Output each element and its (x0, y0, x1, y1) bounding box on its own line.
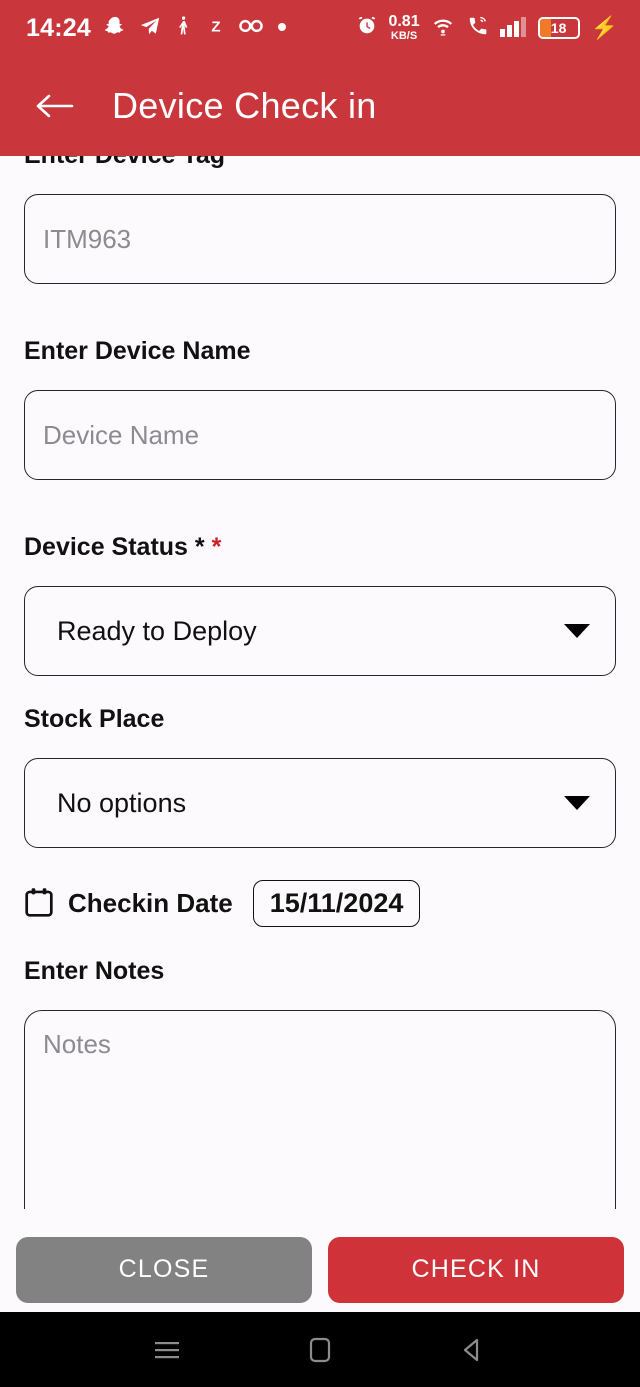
network-speed: 0.81 KB/S (388, 14, 419, 42)
stock-place-selected-value: No options (57, 787, 187, 818)
device-tag-label: Enter Device Tag * (24, 156, 616, 172)
form-container: Enter Device Tag * Enter Device Name Dev… (0, 156, 640, 1209)
glasses-icon (238, 18, 264, 39)
device-status-required-marker: * (211, 533, 222, 561)
telegram-icon (139, 15, 161, 42)
checkin-date-label: Checkin Date (68, 887, 233, 918)
back-triangle-icon (464, 1338, 479, 1361)
signal-bars-icon (499, 15, 528, 42)
checkin-date-row: Checkin Date 15/11/2024 (24, 874, 616, 932)
form-scroll-area[interactable]: Enter Device Tag * Enter Device Name Dev… (0, 156, 640, 1209)
device-status-select-wrap: Ready to Deploy (24, 586, 616, 676)
recents-button[interactable] (137, 1325, 197, 1375)
network-speed-unit: KB/S (390, 30, 418, 42)
status-bar: 14:24 Z 0.81 KB/S 18 ⚡ (0, 0, 640, 56)
call-wifi-icon (466, 15, 490, 42)
wifi-icon (430, 15, 456, 42)
alarm-icon (356, 15, 378, 42)
checkin-date-value[interactable]: 15/11/2024 (252, 879, 421, 927)
android-nav-bar (0, 1312, 640, 1387)
notes-textarea[interactable] (24, 1010, 616, 1209)
device-status-label: Device Status * * (24, 530, 616, 564)
recents-icon (154, 1341, 179, 1358)
device-status-select[interactable]: Ready to Deploy (24, 586, 616, 676)
device-tag-label-text: Enter Device Tag (24, 156, 225, 169)
battery-level: 18 (550, 20, 567, 36)
snapchat-icon (104, 15, 126, 42)
calendar-icon (24, 887, 54, 919)
letter-z-icon: Z (207, 16, 225, 41)
check-in-button[interactable]: CHECK IN (328, 1236, 624, 1303)
back-arrow-icon (36, 94, 74, 118)
close-button[interactable]: CLOSE (16, 1236, 312, 1303)
svg-text:Z: Z (211, 18, 220, 35)
device-tag-input[interactable] (24, 194, 616, 284)
back-nav-button[interactable] (443, 1325, 503, 1375)
phone-screen: 14:24 Z 0.81 KB/S 18 ⚡ Device Check in I… (0, 0, 640, 1387)
status-time: 14:24 (26, 13, 91, 42)
stock-place-select[interactable]: No options (24, 758, 616, 848)
device-status-selected-value: Ready to Deploy (57, 615, 257, 646)
device-tag-required-marker: * (232, 156, 242, 169)
device-name-input[interactable] (24, 390, 616, 480)
dot-icon (277, 19, 287, 37)
person-icon (174, 15, 194, 42)
page-title: Device Check in (112, 85, 377, 126)
network-speed-value: 0.81 (388, 13, 420, 30)
home-button[interactable] (290, 1325, 350, 1375)
status-bar-right: 0.81 KB/S 18 ⚡ (356, 14, 618, 42)
device-name-label: Enter Device Name (24, 337, 251, 365)
battery-fill (539, 19, 551, 37)
home-icon (309, 1337, 331, 1362)
charging-bolt-icon: ⚡ (590, 15, 618, 40)
battery-indicator: 18 (537, 17, 580, 39)
notes-label: Enter Notes (24, 957, 165, 985)
action-bar: CLOSE CHECK IN (0, 1227, 640, 1312)
app-bar: Device Check in (0, 56, 640, 156)
back-button[interactable] (30, 82, 78, 130)
device-status-label-text: Device Status * (24, 533, 205, 561)
status-bar-left: 14:24 Z (26, 15, 287, 42)
stock-place-select-wrap: No options (24, 758, 616, 848)
stock-place-label: Stock Place (24, 705, 165, 733)
